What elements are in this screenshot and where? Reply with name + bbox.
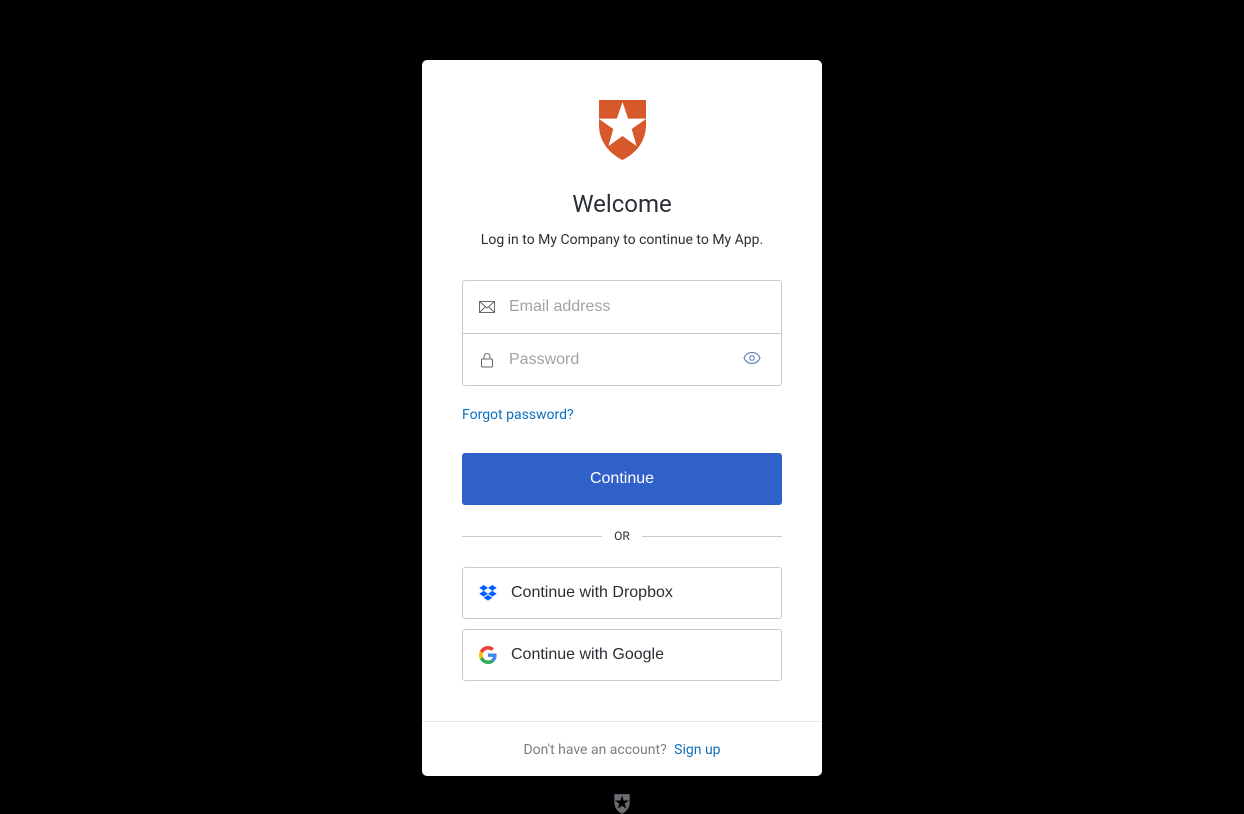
logo-wrap [462,100,782,160]
shield-star-icon [595,100,650,160]
credentials-input-group [462,280,782,386]
google-icon [479,646,497,664]
page-subtitle: Log in to My Company to continue to My A… [462,232,782,248]
divider-line-right [642,536,782,537]
auth0-badge-icon [613,794,631,814]
forgot-password-link[interactable]: Forgot password? [462,407,574,423]
signup-link[interactable]: Sign up [674,742,720,758]
signup-prompt: Don't have an account? [523,742,666,758]
login-card-body: Welcome Log in to My Company to continue… [422,60,822,721]
email-input[interactable] [509,298,765,316]
dropbox-button-label: Continue with Dropbox [511,584,673,602]
divider-line-left [462,536,602,537]
password-input[interactable] [509,351,725,369]
email-icon [479,299,495,315]
page-title: Welcome [462,190,782,218]
google-button-label: Continue with Google [511,646,664,664]
continue-with-google-button[interactable]: Continue with Google [462,629,782,681]
login-footer: Don't have an account? Sign up [422,721,822,776]
login-card: Welcome Log in to My Company to continue… [422,60,822,776]
continue-with-dropbox-button[interactable]: Continue with Dropbox [462,567,782,619]
divider-label: OR [614,529,630,543]
continue-button[interactable]: Continue [462,453,782,505]
lock-icon [479,352,495,368]
divider: OR [462,529,782,543]
eye-icon [743,352,761,367]
show-password-button[interactable] [739,348,765,371]
password-row [463,333,781,385]
email-row [463,281,781,333]
dropbox-icon [479,584,497,602]
